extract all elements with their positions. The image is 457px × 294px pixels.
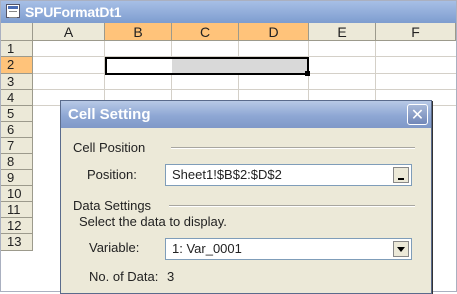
data-count-value: 3: [167, 269, 175, 284]
column-header-f[interactable]: F: [376, 23, 456, 41]
row-header-5[interactable]: 5: [1, 106, 33, 122]
fill-handle[interactable]: [305, 71, 310, 76]
close-icon: ✕: [410, 105, 425, 124]
column-header-c[interactable]: C: [172, 23, 239, 41]
close-button[interactable]: ✕: [407, 104, 428, 125]
gridline: [33, 89, 456, 90]
window-title: SPUFormatDt1: [25, 4, 122, 20]
row-header-2[interactable]: 2: [1, 57, 33, 74]
group-separator: [171, 147, 415, 149]
select-all-corner[interactable]: [1, 23, 33, 41]
row-header-7[interactable]: 7: [1, 138, 33, 154]
row-header-13[interactable]: 13: [1, 234, 33, 251]
data-settings-instruction: Select the data to display.: [79, 214, 227, 229]
row-header-4[interactable]: 4: [1, 90, 33, 106]
cell-setting-dialog: Cell Setting ✕ Cell Position Position: S…: [60, 100, 432, 294]
data-count-label: No. of Data:: [89, 269, 159, 284]
row-header-8[interactable]: 8: [1, 154, 33, 170]
row-header-1[interactable]: 1: [1, 41, 33, 57]
position-field[interactable]: Sheet1!$B$2:$D$2: [165, 164, 412, 186]
cell-position-group-label: Cell Position: [73, 140, 146, 155]
variable-select[interactable]: 1: Var_0001: [165, 238, 412, 260]
selected-cell-range[interactable]: [105, 57, 309, 75]
column-header-d[interactable]: D: [239, 23, 309, 41]
dialog-titlebar[interactable]: Cell Setting ✕: [61, 101, 431, 128]
row-header-3[interactable]: 3: [1, 74, 33, 90]
window-titlebar[interactable]: SPUFormatDt1: [1, 1, 456, 23]
row-header-12[interactable]: 12: [1, 218, 33, 234]
row-header-9[interactable]: 9: [1, 170, 33, 186]
position-value: Sheet1!$B$2:$D$2: [172, 167, 282, 182]
variable-value: 1: Var_0001: [172, 241, 242, 256]
dialog-title: Cell Setting: [68, 106, 151, 123]
column-header-a[interactable]: A: [33, 23, 105, 41]
position-label: Position:: [87, 167, 137, 182]
active-cell[interactable]: [107, 59, 172, 73]
spreadsheet-app-icon: [6, 4, 20, 18]
variable-label: Variable:: [89, 240, 140, 255]
row-header-6[interactable]: 6: [1, 122, 33, 138]
range-select-button[interactable]: [393, 167, 409, 183]
column-header-b[interactable]: B: [105, 23, 172, 41]
column-header-e[interactable]: E: [309, 23, 376, 41]
data-settings-group-label: Data Settings: [73, 198, 152, 213]
group-separator: [169, 205, 415, 207]
row-header-10[interactable]: 10: [1, 186, 33, 202]
row-header-11[interactable]: 11: [1, 202, 33, 218]
chevron-down-icon[interactable]: [393, 241, 409, 257]
